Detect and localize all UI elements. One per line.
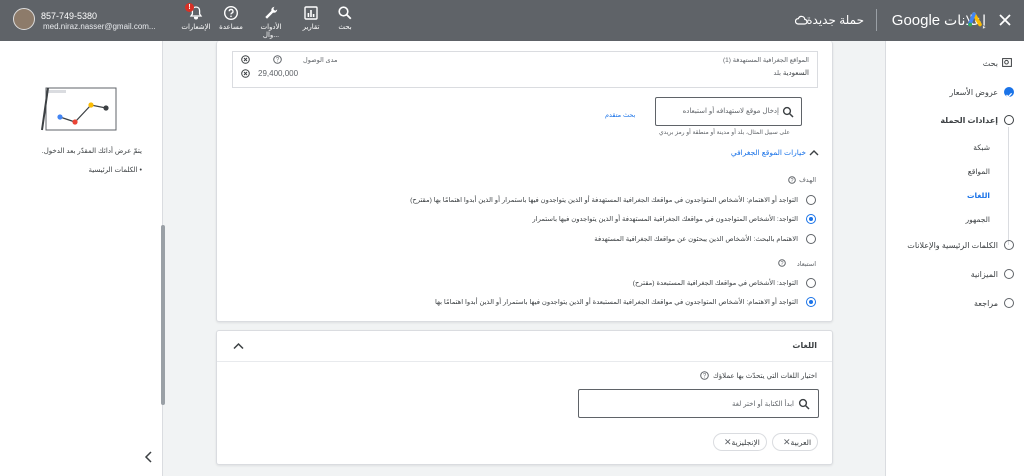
language-search-input[interactable]: ابدأ الكتابة أو اختر لغة [578,389,819,418]
exclude-option-label: التواجد: الأشخاص في مواقعك الجغرافية الم… [632,280,798,287]
step-circle-icon [1004,298,1014,308]
locations-card: المواقع الجغرافية المستهدفة (1) مدى الوص… [216,41,833,322]
chevron-up-icon[interactable] [809,149,819,157]
account-avatar[interactable] [13,8,35,30]
nav-languages[interactable]: اللغات [967,191,990,200]
performance-chart-illustration [41,87,117,131]
target-option-label: التواجد: الأشخاص المتواجدون في مواقعك ال… [532,216,798,223]
languages-divider [217,361,832,362]
check-icon [1004,87,1014,98]
chevron-up-icon[interactable] [233,342,244,350]
top-bar: 857-749-5380 med.niraz.nasser@gmail.com.… [0,0,1024,41]
target-option-radio[interactable] [806,214,816,224]
nav-keywords-ads[interactable]: الكلمات الرئيسية والإعلانات [907,241,998,250]
chip-label: العربية [790,438,812,447]
campaign-nav: بحث عروض الأسعار إعدادات الحملة شبكة الم… [885,41,1024,476]
account-phone: 857-749-5380 [41,11,98,21]
close-icon[interactable] [998,13,1012,27]
help-icon[interactable]: ? [778,259,786,267]
location-search-placeholder: إدخال موقع لاستهدافه أو استبعاده [682,108,779,115]
target-label: الهدف [799,177,816,184]
nav-campaign-settings[interactable]: إعدادات الحملة [940,116,998,125]
nav-search[interactable]: بحث [983,59,998,68]
wrench-icon [265,6,278,19]
help-icon[interactable]: ? [273,55,282,64]
tools-button[interactable]: الأدوات وال... [253,5,289,39]
reports-label: تقارير [302,24,320,31]
search-campaign-type-icon [1002,58,1012,67]
step-circle-icon [1004,115,1014,125]
nav-locations[interactable]: المواقع [968,167,990,176]
estimate-panel: يتمّ عرض أدائك المقدّر بعد الدخول. • الك… [0,41,163,476]
bar-chart-icon [304,6,318,20]
left-scrollbar[interactable] [161,225,165,405]
nav-connector-line [1008,127,1009,245]
search-button[interactable]: بحث [332,5,358,31]
brand-google: Google [891,12,941,29]
target-option-label: التواجد أو الاهتمام: الأشخاص المتواجدون … [410,197,798,204]
help-button[interactable]: مساعدة [217,5,245,31]
target-option-radio[interactable] [806,234,816,244]
reach-header: مدى الوصول [303,57,338,64]
target-option-label: الاهتمام بالبحث: الأشخاص الذين يبحثون عن… [594,236,798,243]
language-search-placeholder: ابدأ الكتابة أو اختر لغة [731,401,794,408]
advanced-search-link[interactable]: بحث متقدم [605,111,635,119]
help-icon[interactable]: ? [700,371,709,380]
languages-title: اللغات [792,341,817,350]
target-option-radio[interactable] [806,195,816,205]
targeted-locations-table: المواقع الجغرافية المستهدفة (1) مدى الوص… [232,51,818,88]
search-icon [782,106,794,118]
targeted-location-row: السعودية بلد [774,69,809,77]
search-label: بحث [338,24,352,31]
exclude-option-radio[interactable] [806,297,816,307]
help-icon[interactable]: ? [788,176,796,184]
collapse-panel-chevron-icon[interactable] [144,451,154,463]
nav-network[interactable]: شبكة [973,143,990,152]
account-email: med.niraz.nasser@gmail.com... [43,22,156,31]
step-circle-icon [1004,269,1014,279]
target-type: بلد [773,70,781,77]
cloud-saved-icon [795,15,807,25]
step-circle-icon [1004,240,1014,250]
language-chip-arabic[interactable]: العربية✕ [772,433,819,451]
estimate-message: يتمّ عرض أدائك المقدّر بعد الدخول. [41,148,142,155]
svg-text:?: ? [780,261,783,267]
languages-prompt: اختيار اللغات التي يتحدّث بها عملاؤك [713,373,817,380]
targeted-header: المواقع الجغرافية المستهدفة (1) [722,57,809,64]
remove-icon[interactable] [241,55,250,64]
location-options-toggle[interactable]: خيارات الموقع الجغرافي [731,148,806,157]
languages-card: اللغات اختيار اللغات التي يتحدّث بها عمل… [216,330,833,465]
estimate-bullet-text: الكلمات الرئيسية [88,167,138,174]
nav-audience[interactable]: الجمهور [966,215,991,224]
help-label: مساعدة [219,24,243,31]
help-icon [223,5,239,21]
exclude-option-label: التواجد أو الاهتمام: الأشخاص المتواجدون … [434,299,798,306]
location-search-hint: على سبيل المثال، بلد أو مدينة أو منطقة أ… [658,130,790,136]
svg-text:?: ? [790,178,793,184]
remove-icon[interactable] [241,69,250,78]
nav-bid-offers[interactable]: عروض الأسعار [949,88,998,97]
close-icon[interactable]: ✕ [783,437,791,447]
reach-value: 29,400,000 [258,69,299,78]
language-chip-english[interactable]: الإنجليزية✕ [713,433,767,451]
campaign-title: حملة جديدة [806,13,864,27]
nav-review[interactable]: مراجعة [974,299,998,308]
topbar-divider [876,9,877,31]
exclude-label: استبعاد [796,261,816,268]
notifications-label: الإشعارات [181,24,211,31]
location-search-input[interactable]: إدخال موقع لاستهدافه أو استبعاده [655,97,802,126]
search-icon [338,6,352,20]
exclude-option-radio[interactable] [806,278,816,288]
notifications-button[interactable]: الإشعارات ! [180,3,212,31]
search-icon [798,398,810,410]
estimate-bullet: • الكلمات الرئيسية [88,167,143,174]
target-country: السعودية [782,70,809,77]
tools-label: الأدوات وال... [260,24,282,39]
notification-badge: ! [185,3,194,12]
nav-budget[interactable]: الميزانية [971,270,998,279]
chip-label: الإنجليزية [731,438,760,447]
reports-button[interactable]: تقارير [297,5,325,31]
google-ads-logo-icon [968,12,982,27]
close-icon[interactable]: ✕ [724,437,732,447]
